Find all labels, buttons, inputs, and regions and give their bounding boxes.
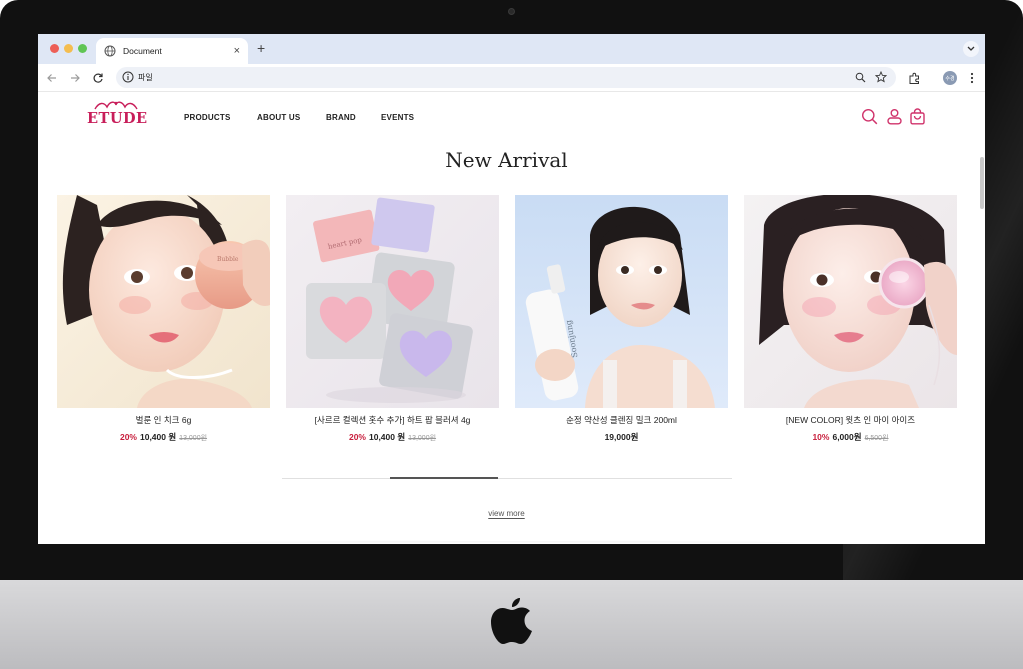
discount-rate: 20% [119,432,137,442]
window-minimize-button[interactable] [64,44,73,53]
product-name[interactable]: [사르르 컬렉션 홋수 추가] 하트 팝 블러셔 4g [286,414,499,426]
model-photo-image: Bubble [57,195,270,408]
product-price: 19,000원 [515,431,728,443]
extensions-puzzle-icon[interactable] [908,72,921,85]
eye-glitter-model-image [744,195,957,408]
user-icon[interactable] [886,108,903,125]
tab-close-icon[interactable]: × [234,45,240,57]
product-price: 10% 6,000원 6,500원 [744,431,957,443]
address-text: 파일 [138,73,153,82]
sale-price: 10,400 원 [139,432,177,442]
window-close-button[interactable] [50,44,59,53]
browser-toolbar: 파일 수경 [38,64,985,92]
webcam [508,8,515,15]
blusher-product-image: heart pop [286,195,499,408]
product-card[interactable]: [NEW COLOR] 윗츠 인 마이 아이즈 10% 6,000원 6,500원 [744,195,957,443]
tab-search-button[interactable] [963,41,979,57]
svg-text:Bubble: Bubble [217,256,239,263]
product-card[interactable]: Bubble 벌룬 인 치크 6g 20% 10,400 원 13,000원 [57,195,270,443]
nav-events[interactable]: EVENTS [381,113,414,122]
imac-frame: Document × + 파일 수경 ETUDE PRODUCTS ABOUT … [0,0,1023,669]
browser-tab[interactable]: Document × [96,38,248,64]
nav-products[interactable]: PRODUCTS [184,113,231,122]
forward-arrow-icon[interactable] [68,71,82,85]
page-scrollbar[interactable] [980,157,984,209]
web-page: ETUDE PRODUCTS ABOUT US BRAND EVENTS New… [38,93,985,544]
crown-logo-icon [94,101,138,110]
cleansing-milk-model-image: Soonjung [515,195,728,408]
product-image[interactable]: heart pop [286,195,499,408]
product-price: 20% 10,400 원 13,000원 [286,431,499,443]
original-price: 6,500원 [864,435,889,442]
view-more-wrapper: view more [38,509,975,518]
original-price: 13,000원 [179,435,208,442]
carousel-progress-track[interactable] [282,477,732,479]
etude-logo[interactable]: ETUDE [87,101,148,127]
nav-brand[interactable]: BRAND [326,113,356,122]
sale-price: 19,000원 [604,432,639,442]
section-title: New Arrival [445,148,568,172]
sale-price: 6,000원 [832,432,862,442]
chevron-down-icon [967,46,975,51]
bookmark-star-icon[interactable] [875,71,887,83]
search-icon[interactable] [861,108,878,125]
product-price: 20% 10,400 원 13,000원 [57,431,270,443]
product-image[interactable]: Soonjung [515,195,728,408]
product-name[interactable]: 순정 약산성 클렌징 밀크 200ml [515,414,728,426]
profile-avatar[interactable]: 수경 [943,71,957,85]
product-card[interactable]: Soonjung 순정 약산성 클렌징 밀크 200ml 19,000원 [515,195,728,443]
original-price: 13,000원 [408,435,437,442]
product-image[interactable]: Bubble [57,195,270,408]
info-icon[interactable] [122,71,134,83]
window-zoom-button[interactable] [78,44,87,53]
product-name[interactable]: 벌룬 인 치크 6g [57,414,270,426]
product-image[interactable] [744,195,957,408]
view-more-link[interactable]: view more [488,509,524,518]
tab-title: Document [123,46,162,56]
discount-rate: 10% [812,432,830,442]
logo-text: ETUDE [87,110,148,127]
reload-icon[interactable] [91,71,105,85]
carousel-progress-thumb[interactable] [390,477,498,479]
sale-price: 10,400 원 [368,432,406,442]
back-arrow-icon[interactable] [45,71,59,85]
product-card[interactable]: heart pop [사르르 컬렉션 홋수 추가] 하트 팝 블러셔 4g 20… [286,195,499,443]
shopping-bag-icon[interactable] [909,108,926,125]
zoom-icon[interactable] [855,72,866,83]
product-name[interactable]: [NEW COLOR] 윗츠 인 마이 아이즈 [744,414,957,426]
discount-rate: 20% [348,432,366,442]
globe-icon [104,45,116,57]
screen: Document × + 파일 수경 ETUDE PRODUCTS ABOUT … [38,34,985,544]
browser-tab-bar: Document × + [38,34,985,64]
apple-logo-icon [491,598,532,644]
more-menu-icon[interactable] [969,71,975,85]
new-tab-button[interactable]: + [257,40,265,56]
nav-about-us[interactable]: ABOUT US [257,113,300,122]
section-shadow [218,541,798,544]
address-bar[interactable]: 파일 [116,67,896,88]
